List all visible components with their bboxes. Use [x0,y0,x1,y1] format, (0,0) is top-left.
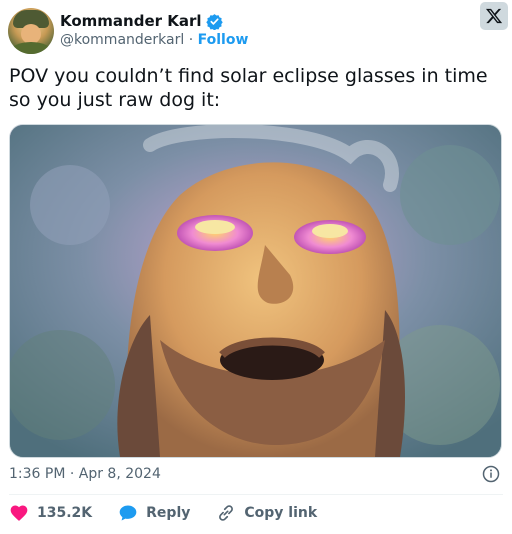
avatar-body [10,42,52,54]
like-count: 135.2K [37,505,93,521]
copy-link-button[interactable]: Copy link [216,503,317,523]
copy-link-label: Copy link [244,505,318,521]
media-photo-illustration [10,125,501,457]
author-name-row[interactable]: Kommander Karl [60,11,223,31]
x-logo-icon[interactable] [480,2,508,30]
tweet-media-image[interactable] [9,124,502,458]
tweet-timestamp[interactable]: 1:36 PM · Apr 8, 2024 [9,464,161,484]
follow-button[interactable]: Follow [198,32,249,48]
author-handle-line: @kommanderkarl · Follow [60,31,248,49]
reply-bubble-icon [119,505,137,521]
reply-label: Reply [146,505,191,521]
like-button[interactable]: 135.2K [9,503,92,523]
verified-badge-icon [205,13,223,30]
avatar[interactable] [8,8,54,54]
avatar-face [21,24,41,44]
tweet-actions: 135.2K Reply Copy link [9,502,317,524]
link-icon [219,505,234,521]
tweet-text: POV you couldn’t find solar eclipse glas… [9,65,488,111]
info-icon[interactable] [482,465,500,483]
author-name[interactable]: Kommander Karl [60,11,202,31]
reply-button[interactable]: Reply [118,503,190,523]
heart-icon [10,505,28,521]
handle-separator: · [184,32,198,48]
divider [9,494,503,495]
author-handle[interactable]: @kommanderkarl [60,32,184,48]
